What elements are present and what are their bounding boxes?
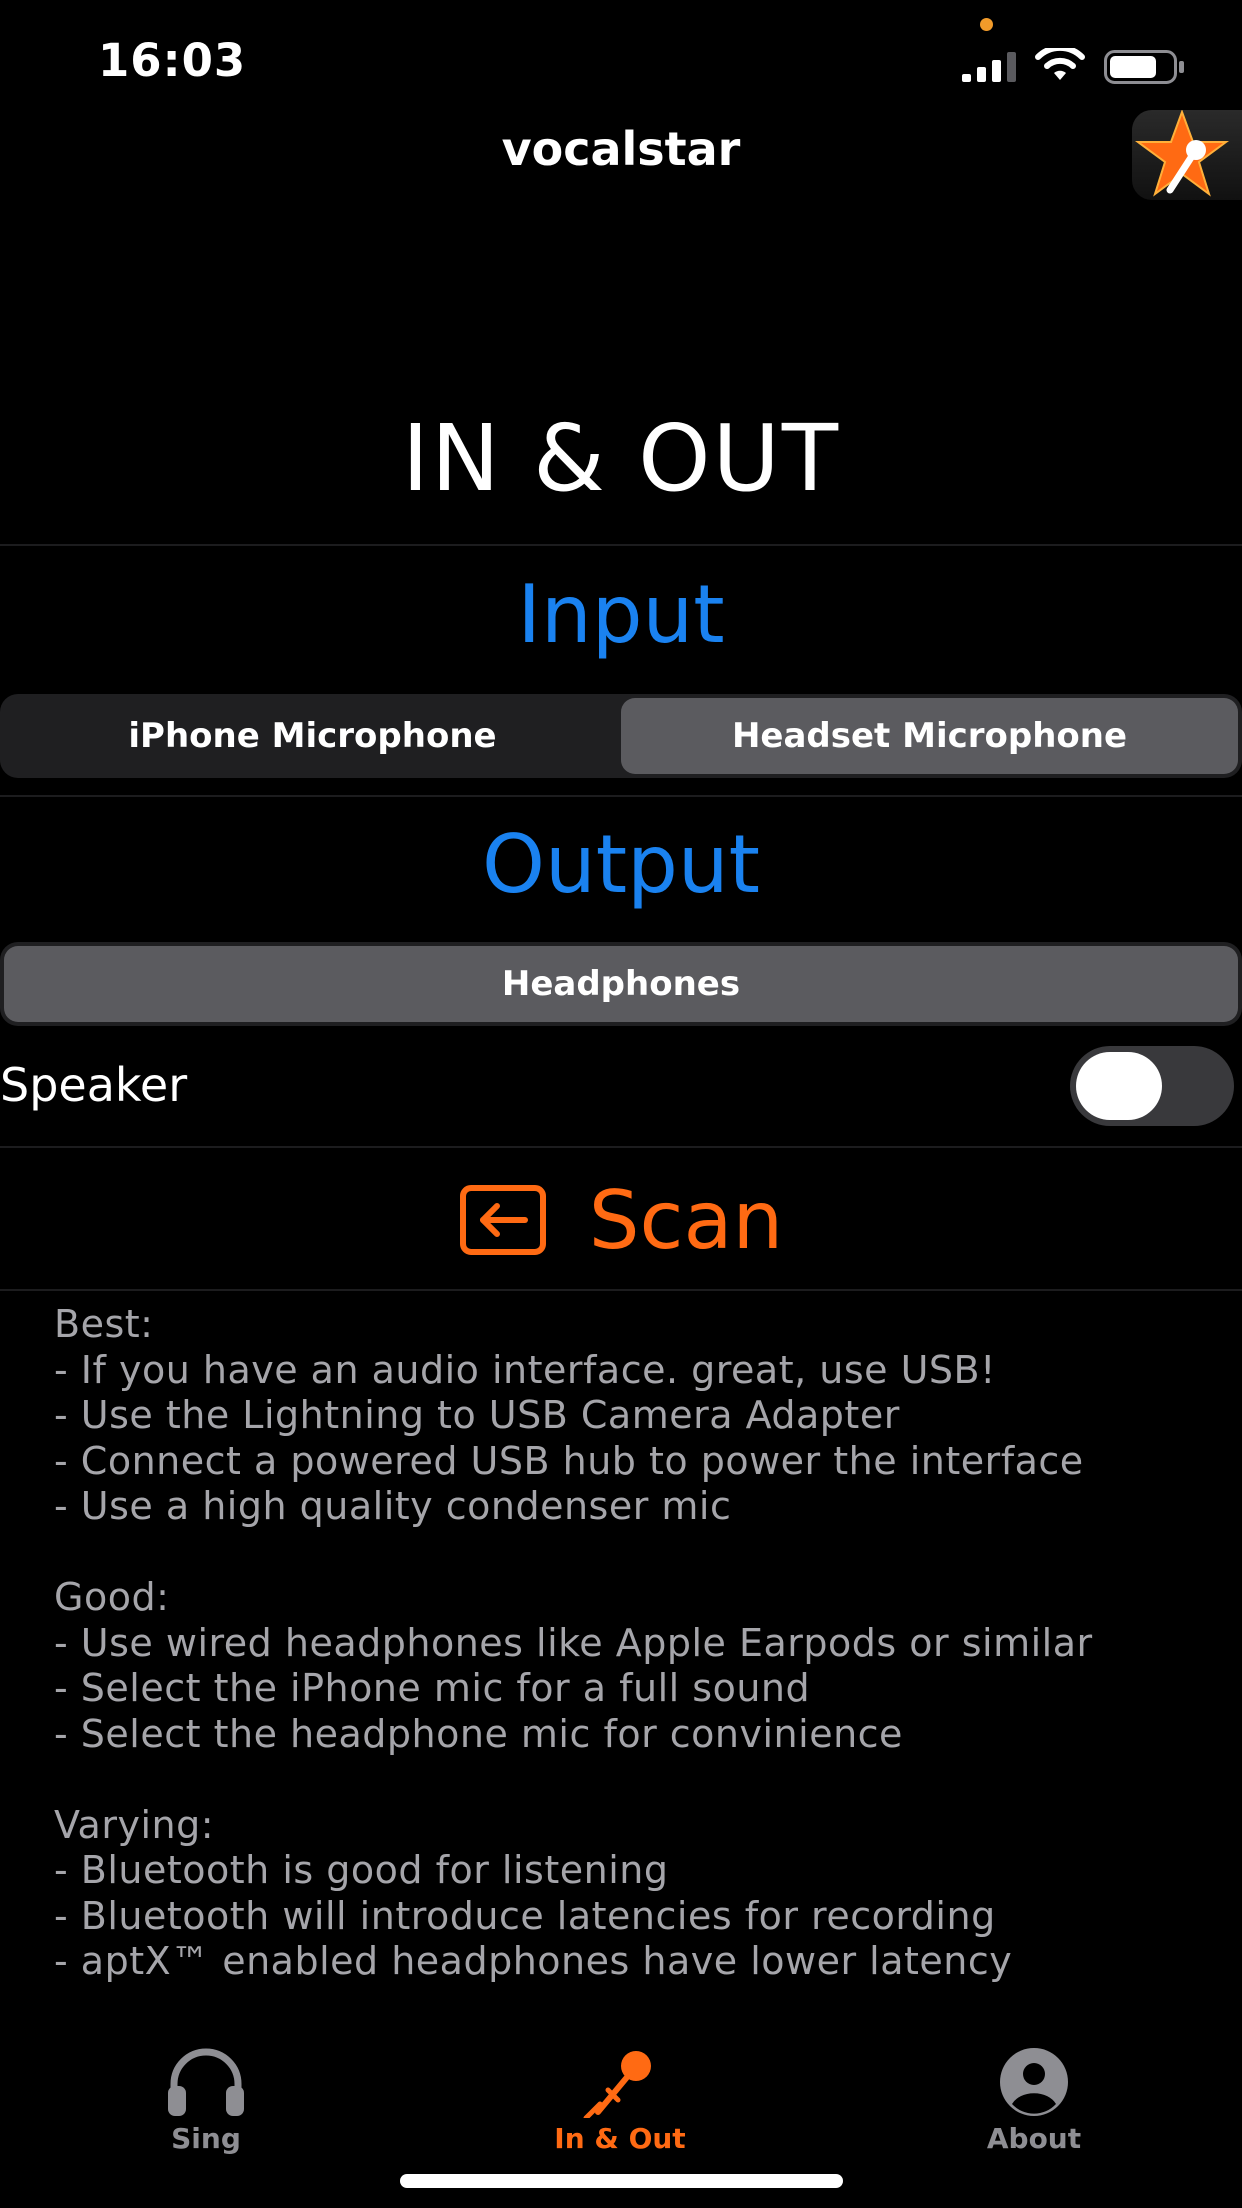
info-best-title: Best: [54,1302,154,1346]
info-best-block: Best: - If you have an audio interface. … [54,1302,1234,1530]
app-logo-icon[interactable] [1132,110,1242,200]
info-line: - Connect a powered USB hub to power the… [54,1438,1084,1483]
speaker-label: Speaker [0,1058,188,1112]
tab-about[interactable]: About [934,2046,1134,2155]
home-indicator [400,2174,843,2188]
divider [0,1289,1242,1291]
tab-label: About [986,2122,1082,2155]
divider [0,795,1242,797]
scan-label: Scan [588,1173,784,1267]
headphones-icon [168,2048,244,2116]
tab-sing[interactable]: Sing [106,2046,306,2155]
scan-arrow-icon [459,1185,546,1255]
segment-headphones[interactable]: Headphones [4,946,1238,1022]
divider [0,544,1242,546]
privacy-indicator-dot [980,18,993,31]
info-varying-block: Varying: - Bluetooth is good for listeni… [54,1803,1234,1985]
wifi-icon [1035,48,1085,80]
microphone-icon [583,2051,651,2118]
segment-iphone-microphone[interactable]: iPhone Microphone [4,698,621,774]
info-good-block: Good: - Use wired headphones like Apple … [54,1575,1234,1757]
output-heading: Output [482,818,760,911]
info-line: - If you have an audio interface. great,… [54,1347,996,1392]
person-circle-icon [1000,2048,1068,2116]
segment-headset-microphone[interactable]: Headset Microphone [621,698,1238,774]
info-line: - Select the iPhone mic for a full sound [54,1666,811,1710]
tab-label: Sing [171,2122,241,2155]
info-good-title: Good: [54,1575,170,1619]
info-varying-title: Varying: [54,1802,215,1847]
status-time: 16:03 [98,34,247,87]
info-line: - aptX™ enabled headphones have lower la… [54,1939,1013,1983]
scan-button[interactable]: Scan [0,1170,1242,1270]
info-line: - Use a high quality condenser mic [54,1484,732,1528]
toggle-knob [1076,1052,1162,1120]
battery-icon [1104,50,1184,84]
speaker-toggle[interactable] [1070,1046,1234,1126]
divider [0,1146,1242,1148]
output-segmented-control[interactable]: Headphones [0,942,1242,1026]
info-line: - Use the Lightning to USB Camera Adapte… [54,1393,900,1437]
info-line: - Bluetooth will introduce latencies for… [54,1893,996,1938]
page-heading: IN & OUT [401,405,841,512]
input-heading: Input [517,568,725,661]
info-line: - Select the headphone mic for convinien… [54,1711,903,1756]
nav-title: vocalstar [501,122,741,176]
input-segmented-control[interactable]: iPhone Microphone Headset Microphone [0,694,1242,778]
tab-label: In & Out [554,2122,686,2155]
info-line: - Bluetooth is good for listening [54,1848,669,1892]
info-line: - Use wired headphones like Apple Earpod… [54,1620,1093,1665]
tab-in-and-out[interactable]: In & Out [520,2046,720,2155]
cellular-signal-icon [962,52,1016,82]
info-text: Best: - If you have an audio interface. … [54,1302,1234,2030]
